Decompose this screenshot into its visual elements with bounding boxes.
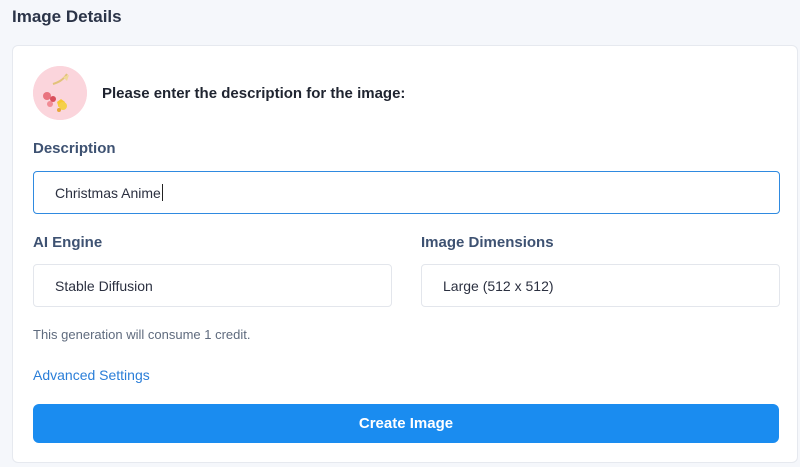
image-dimensions-value: Large (512 x 512) (443, 277, 554, 294)
prompt-text: Please enter the description for the ima… (102, 85, 406, 102)
ai-engine-value: Stable Diffusion (55, 277, 153, 294)
ai-engine-label: AI Engine (33, 234, 103, 251)
page-title: Image Details (12, 7, 122, 26)
credit-note: This generation will consume 1 credit. (33, 327, 251, 342)
image-details-card: Please enter the description for the ima… (12, 45, 798, 463)
ai-engine-select[interactable]: Stable Diffusion (33, 264, 392, 307)
image-dimensions-select[interactable]: Large (512 x 512) (421, 264, 780, 307)
advanced-settings-link[interactable]: Advanced Settings (33, 367, 150, 383)
create-image-button[interactable]: Create Image (33, 404, 779, 443)
description-value: Christmas Anime (55, 184, 161, 201)
text-caret (161, 184, 163, 201)
description-input[interactable]: Christmas Anime (33, 171, 780, 214)
image-dimensions-label: Image Dimensions (421, 234, 554, 251)
description-label: Description (33, 140, 116, 157)
christmas-ornament-icon (33, 66, 87, 120)
